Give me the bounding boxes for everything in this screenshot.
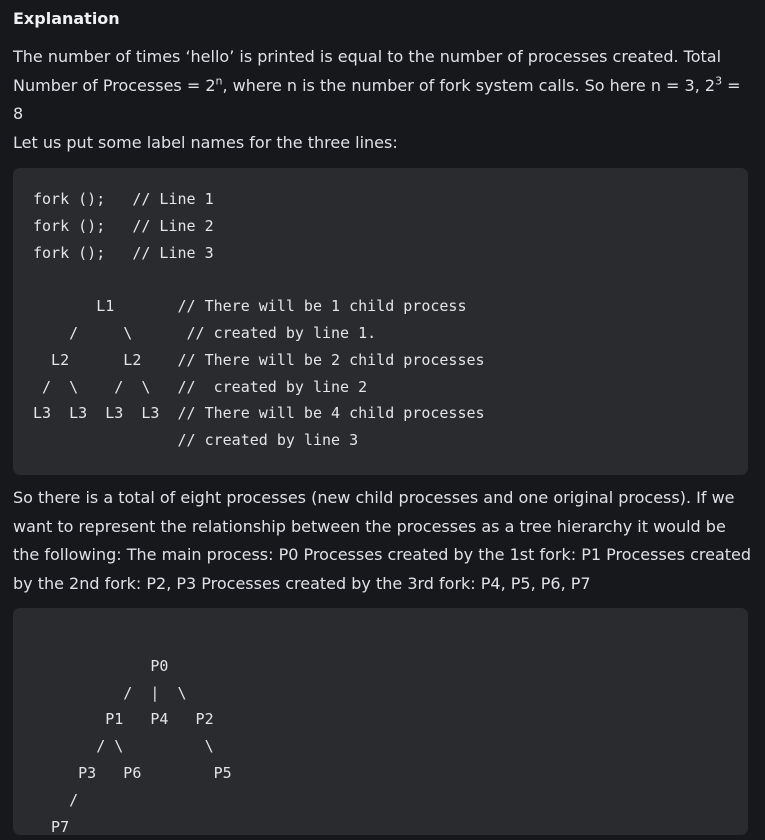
section-heading: Explanation [13, 9, 120, 28]
code-text-fork-lines[interactable]: fork (); // Line 1 fork (); // Line 2 fo… [33, 186, 728, 454]
intro-line-3: Let us put some label names for the thre… [13, 132, 398, 152]
code-block-fork-lines: fork (); // Line 1 fork (); // Line 2 fo… [13, 168, 748, 475]
process-tree-explanation: So there is a total of eight processes (… [13, 488, 752, 593]
code-block-process-tree: P0 / | \ P1 P4 P2 / \ \ P3 P6 P5 / P7 [13, 608, 748, 836]
intro-line-1: The number of times ‘hello’ is printed i… [13, 47, 722, 66]
code-text-process-tree[interactable]: P0 / | \ P1 P4 P2 / \ \ P3 P6 P5 / P7 [33, 626, 728, 840]
intro-line-2b: , where n is the number of fork system c… [222, 75, 716, 95]
intro-paragraph: The number of times ‘hello’ is printed i… [13, 43, 752, 157]
intro-line-2a: Number of Processes = 2 [13, 75, 216, 95]
explanation-section: Explanation The number of times ‘hello’ … [0, 0, 765, 836]
exponent-3: 3 [715, 74, 723, 88]
